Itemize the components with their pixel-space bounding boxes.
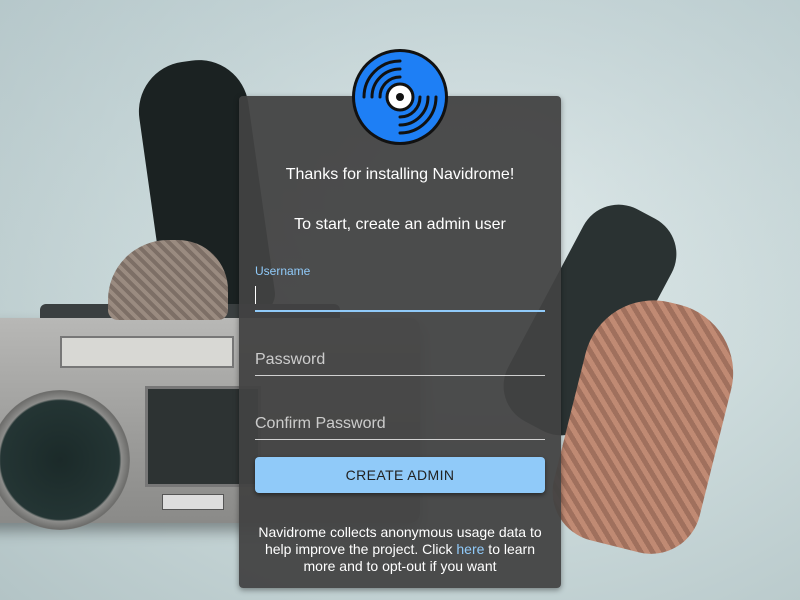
username-underline — [255, 310, 545, 312]
boombox-label — [162, 494, 224, 510]
confirm-password-underline — [255, 439, 545, 440]
boombox-speaker — [0, 390, 130, 530]
password-input[interactable] — [255, 346, 545, 374]
confirm-password-field — [255, 410, 545, 442]
usage-data-notice: Navidrome collects anonymous usage data … — [249, 524, 551, 575]
create-admin-button[interactable]: CREATE ADMIN — [255, 457, 545, 493]
instruction-text: To start, create an admin user — [294, 216, 506, 233]
password-field — [255, 346, 545, 378]
vinyl-record-icon — [352, 49, 448, 145]
username-label: Username — [255, 264, 311, 278]
greeting-text: Thanks for installing Navidrome! — [285, 166, 515, 183]
boombox-radio-dial — [60, 336, 234, 368]
username-input[interactable] — [255, 280, 545, 308]
password-underline — [255, 375, 545, 376]
text-caret — [255, 286, 256, 304]
opt-out-link[interactable]: here — [456, 541, 484, 557]
username-field: Username — [255, 264, 545, 314]
setup-card: Thanks for installing Navidrome! To star… — [239, 96, 561, 588]
confirm-password-input[interactable] — [255, 410, 545, 438]
